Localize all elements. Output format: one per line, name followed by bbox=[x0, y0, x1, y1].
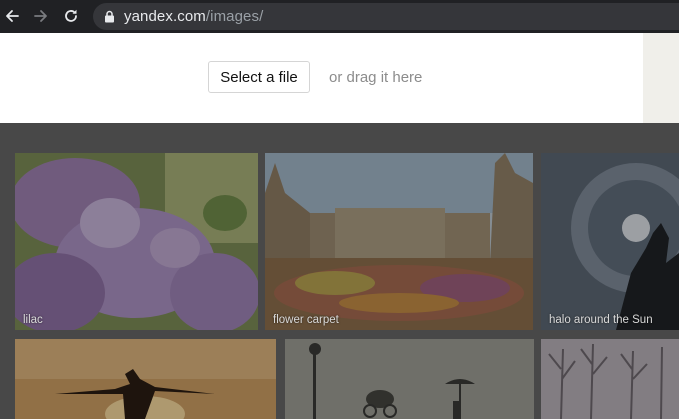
url-path: /images/ bbox=[205, 8, 264, 25]
gallery-tile-lilac[interactable]: lilac bbox=[15, 153, 258, 330]
select-file-button[interactable]: Select a file bbox=[208, 61, 310, 93]
browser-toolbar: yandex.com/images/ bbox=[0, 0, 679, 33]
tile-dim-overlay bbox=[15, 153, 258, 330]
address-bar[interactable]: yandex.com/images/ bbox=[93, 3, 679, 30]
side-gutter bbox=[643, 33, 679, 123]
tile-label: halo around the Sun bbox=[549, 314, 653, 326]
tile-dim-overlay bbox=[265, 153, 533, 330]
tile-dim-overlay bbox=[285, 339, 534, 419]
tile-dim-overlay bbox=[15, 339, 276, 419]
tile-dim-overlay bbox=[541, 153, 679, 330]
drag-hint-text: or drag it here bbox=[329, 69, 423, 86]
url-host: yandex.com bbox=[124, 8, 206, 25]
back-arrow-icon[interactable] bbox=[0, 4, 24, 28]
reload-icon[interactable] bbox=[59, 4, 83, 28]
forward-arrow-icon[interactable] bbox=[29, 4, 53, 28]
upload-panel: Select a file or drag it here bbox=[0, 33, 643, 123]
image-gallery: lilac flower carpet halo around the Sun bbox=[0, 123, 679, 419]
gallery-tile-flower-carpet[interactable]: flower carpet bbox=[265, 153, 533, 330]
gallery-tile-winter[interactable] bbox=[541, 339, 679, 419]
tile-label: flower carpet bbox=[273, 314, 339, 326]
lock-icon bbox=[103, 10, 115, 23]
gallery-tile-street[interactable] bbox=[285, 339, 534, 419]
tile-dim-overlay bbox=[541, 339, 679, 419]
url-text: yandex.com/images/ bbox=[124, 8, 263, 25]
gallery-tile-halo[interactable]: halo around the Sun bbox=[541, 153, 679, 330]
gallery-tile-sunset[interactable] bbox=[15, 339, 276, 419]
tile-label: lilac bbox=[23, 314, 43, 326]
